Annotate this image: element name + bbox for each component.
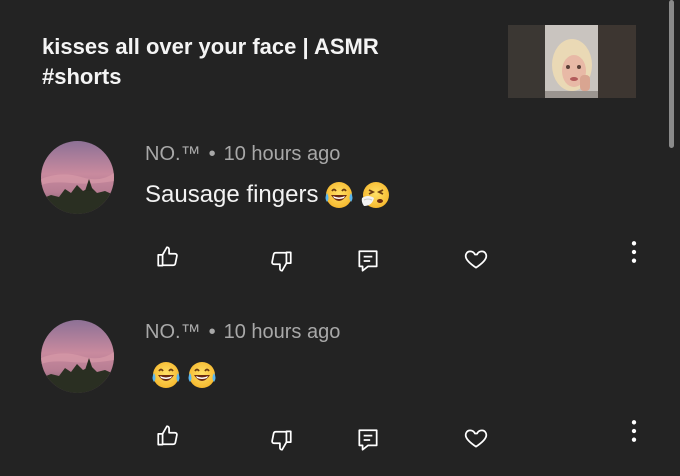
dislike-button[interactable] — [265, 424, 297, 456]
more-options-button[interactable] — [618, 236, 650, 268]
heart-button[interactable] — [460, 243, 492, 275]
reply-comment-icon — [358, 250, 378, 272]
reply-button[interactable] — [352, 245, 384, 277]
video-thumbnail[interactable] — [508, 25, 636, 98]
reply-comment-icon — [358, 429, 378, 451]
video-header: kisses all over your face | ASMR #shorts — [42, 32, 472, 92]
video-thumbnail-image — [508, 25, 636, 98]
comment-time: 10 hours ago — [223, 321, 341, 343]
heart-icon — [464, 429, 488, 448]
more-vertical-icon — [631, 420, 637, 442]
reply-button[interactable] — [352, 424, 384, 456]
comment-time: 10 hours ago — [223, 143, 341, 165]
thumbs-down-icon — [271, 251, 292, 272]
meta-separator: • — [208, 143, 216, 165]
thumbs-down-icon — [271, 430, 292, 451]
dislike-button[interactable] — [265, 245, 297, 277]
thumbs-up-icon — [157, 425, 178, 446]
comment-author[interactable]: NO.™ — [145, 143, 201, 165]
comment-text-content: Sausage fingers — [145, 181, 319, 208]
comment-text — [145, 360, 217, 390]
heart-button[interactable] — [460, 422, 492, 454]
meta-separator: • — [208, 321, 216, 343]
thumbs-up-icon — [157, 246, 178, 267]
heart-icon — [464, 250, 488, 269]
comment-meta: NO.™ • 10 hours ago — [145, 143, 340, 166]
more-vertical-icon — [631, 241, 637, 263]
sneezing-face-emoji-icon — [362, 182, 390, 208]
face-with-tears-of-joy-emoji-icon — [325, 182, 353, 208]
comment-meta: NO.™ • 10 hours ago — [145, 321, 340, 344]
comment-text: Sausage fingers — [145, 180, 390, 210]
scrollbar[interactable] — [669, 0, 674, 148]
sunset-avatar-image — [41, 141, 114, 214]
face-with-tears-of-joy-emoji-icon — [152, 362, 180, 388]
comment-author[interactable]: NO.™ — [145, 321, 201, 343]
video-title[interactable]: kisses all over your face | ASMR #shorts — [42, 32, 472, 92]
avatar[interactable] — [41, 320, 114, 393]
avatar[interactable] — [41, 141, 114, 214]
like-button[interactable] — [152, 241, 184, 273]
like-button[interactable] — [152, 420, 184, 452]
sunset-avatar-image — [41, 320, 114, 393]
face-with-tears-of-joy-emoji-icon — [188, 362, 216, 388]
more-options-button[interactable] — [618, 415, 650, 447]
